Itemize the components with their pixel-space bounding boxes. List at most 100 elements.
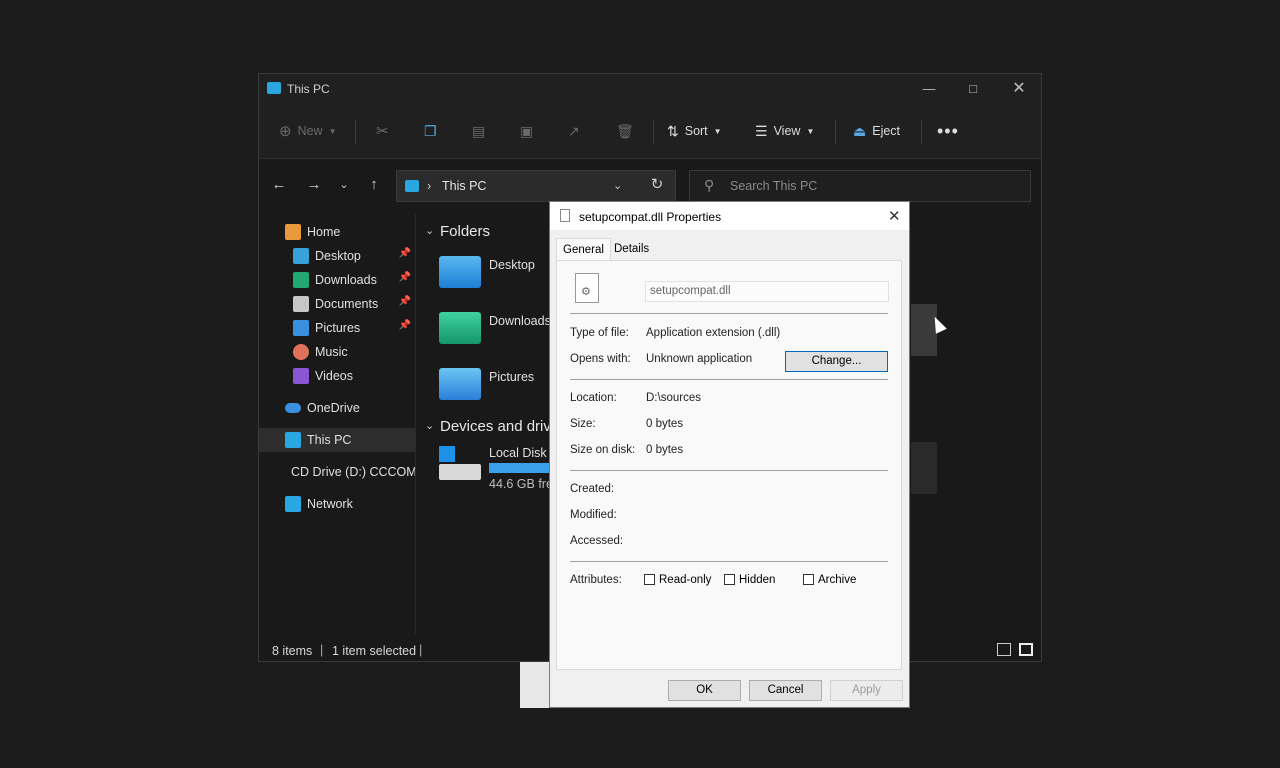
copy-button[interactable]: ❐ (424, 117, 437, 145)
search-box[interactable]: ⚲ Search This PC (689, 170, 1031, 202)
sidebar-item-this-pc[interactable]: This PC (259, 428, 415, 452)
selection-count: 1 item selected (332, 644, 417, 658)
tab-details[interactable]: Details (608, 238, 655, 260)
command-bar: ⊕ New ▼ ✂ ❐ ▤ ▣ ↗ 🗑 ⇅ Sort ▼ ☰ View ▼ ⏏ … (259, 104, 1041, 159)
status-divider: | (320, 643, 324, 657)
opens-with-label: Opens with: (570, 353, 631, 365)
tiles-view-icon[interactable] (1019, 643, 1033, 656)
this-pc-icon (267, 82, 281, 94)
rename-icon: ▣ (520, 122, 534, 139)
sidebar-item-pictures[interactable]: Pictures 📌 (259, 316, 415, 340)
videos-icon (293, 368, 309, 384)
folder-item-pictures[interactable]: Pictures (439, 366, 549, 406)
folder-item-downloads[interactable]: Downloads (439, 310, 551, 350)
general-tab-panel: ⚙ setupcompat.dll Type of file: Applicat… (556, 260, 902, 670)
cut-button[interactable]: ✂ (376, 117, 389, 145)
cancel-button[interactable]: Cancel (749, 680, 822, 701)
opens-with-value: Unknown application (646, 353, 753, 365)
recent-locations-button[interactable]: ⌄ (332, 173, 356, 197)
sidebar-item-desktop[interactable]: Desktop 📌 (259, 244, 415, 268)
search-input[interactable]: Search This PC (730, 179, 817, 193)
rename-button[interactable]: ▣ (520, 117, 533, 145)
sort-button[interactable]: ⇅ Sort ▼ (667, 117, 722, 145)
toolbar-separator (835, 120, 836, 144)
sidebar-item-downloads[interactable]: Downloads 📌 (259, 268, 415, 292)
pin-icon: 📌 (398, 248, 411, 259)
window-title: This PC (287, 82, 330, 96)
ok-button[interactable]: OK (668, 680, 741, 701)
delete-button[interactable]: 🗑 (616, 117, 634, 145)
sidebar-item-onedrive[interactable]: OneDrive (259, 396, 415, 420)
dialog-title: setupcompat.dll Properties (579, 210, 722, 224)
new-button[interactable]: ⊕ New ▼ (279, 117, 337, 145)
sidebar-item-cd-drive[interactable]: CD Drive (D:) CCCOMA_X64FRE_EN-US_DV9 (259, 460, 415, 484)
archive-checkbox[interactable]: Archive (803, 574, 856, 586)
modified-label: Modified: (570, 509, 617, 521)
apply-button[interactable]: Apply (830, 680, 903, 701)
location-label: Location: (570, 392, 617, 404)
title-bar: This PC — □ ✕ (259, 74, 1041, 104)
pictures-icon (293, 320, 309, 336)
search-icon: ⚲ (704, 177, 715, 193)
location-value: D:\sources (646, 392, 701, 404)
cloud-icon (285, 403, 301, 413)
filename-input[interactable]: setupcompat.dll (645, 281, 889, 302)
refresh-button[interactable]: ↻ (645, 173, 669, 197)
this-pc-icon (405, 180, 419, 192)
view-button[interactable]: ☰ View ▼ (755, 117, 814, 145)
eject-button[interactable]: ⏏ Eject (853, 117, 900, 145)
more-options-button[interactable]: ••• (937, 117, 959, 145)
up-button[interactable]: ↑ (362, 173, 386, 197)
pin-icon: 📌 (398, 296, 411, 307)
chevron-down-icon: ▼ (713, 126, 722, 136)
breadcrumb-chevron-icon: › (427, 179, 432, 193)
address-bar[interactable]: › This PC ⌄ (396, 170, 676, 202)
item-highlight (911, 442, 937, 494)
documents-icon (293, 296, 309, 312)
sidebar-item-network[interactable]: Network (259, 492, 415, 516)
this-pc-icon (285, 432, 301, 448)
type-of-file-value: Application extension (.dll) (646, 327, 781, 339)
tab-general[interactable]: General (556, 238, 611, 261)
readonly-checkbox[interactable]: Read-only (644, 574, 711, 586)
chevron-down-icon: ▼ (806, 126, 815, 136)
checkbox-box[interactable] (803, 574, 814, 586)
accessed-label: Accessed: (570, 535, 624, 547)
minimize-button[interactable]: — (906, 78, 952, 100)
attributes-label: Attributes: (570, 574, 622, 586)
details-view-icon[interactable] (997, 643, 1011, 656)
checkbox-box[interactable] (644, 574, 655, 586)
desktop-icon (293, 248, 309, 264)
paste-button[interactable]: ▤ (472, 117, 485, 145)
network-icon (285, 496, 301, 512)
status-divider: | (419, 643, 423, 657)
scissors-icon: ✂ (376, 123, 389, 140)
sidebar-item-videos[interactable]: Videos (259, 364, 415, 388)
divider (570, 561, 888, 562)
drive-item-local-disk[interactable]: Local Disk (C:) 44.6 GB free (439, 444, 549, 494)
dialog-close-button[interactable]: ✕ (888, 207, 901, 225)
home-icon (285, 224, 301, 240)
share-button[interactable]: ↗ (568, 117, 580, 145)
sidebar-item-music[interactable]: Music (259, 340, 415, 364)
change-button[interactable]: Change... (785, 351, 888, 372)
music-icon (293, 344, 309, 360)
devices-section[interactable]: ⌄ Devices and drives (425, 417, 549, 437)
hidden-checkbox[interactable]: Hidden (724, 574, 775, 586)
checkbox-box[interactable] (724, 574, 735, 586)
properties-dialog: setupcompat.dll Properties ✕ General Det… (549, 201, 910, 708)
maximize-button[interactable]: □ (950, 78, 996, 100)
sidebar-item-home[interactable]: Home (259, 220, 415, 244)
folder-item-desktop[interactable]: Desktop (439, 254, 549, 294)
view-list-icon: ☰ (755, 122, 768, 139)
sidebar-item-documents[interactable]: Documents 📌 (259, 292, 415, 316)
chevron-down-icon: ▼ (328, 126, 337, 136)
forward-button[interactable]: → (302, 173, 326, 197)
created-label: Created: (570, 483, 615, 495)
address-dropdown-icon[interactable]: ⌄ (613, 179, 622, 192)
close-button[interactable]: ✕ (996, 78, 1042, 100)
folders-section[interactable]: ⌄ Folders (425, 222, 565, 242)
back-button[interactable]: ← (267, 173, 291, 197)
navigation-pane: Home Desktop 📌 Downloads 📌 Documents 📌 P… (259, 214, 416, 634)
toolbar-separator (653, 120, 654, 144)
